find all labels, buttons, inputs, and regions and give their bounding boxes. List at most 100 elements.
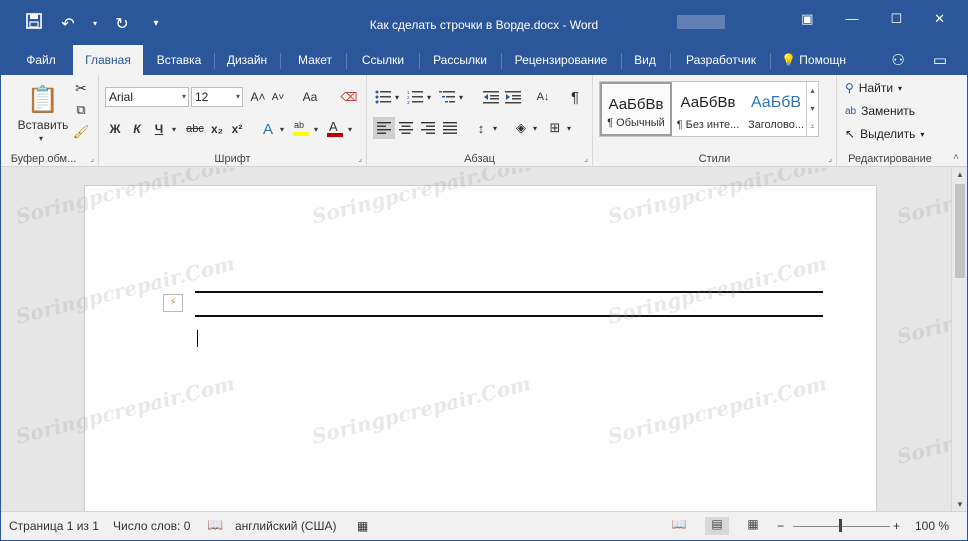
scroll-thumb[interactable] <box>955 184 965 278</box>
align-right-icon[interactable] <box>417 117 439 139</box>
sort-icon[interactable]: A↓ <box>533 87 553 107</box>
cut-icon[interactable]: ✂ <box>71 79 91 97</box>
style-heading-1[interactable]: АаБбВ Заголово... <box>744 82 808 136</box>
font-name-combo[interactable]: Arial ▾ <box>105 87 189 107</box>
underline-button[interactable]: Ч <box>151 119 167 139</box>
paste-icon[interactable]: 📋 <box>21 81 65 117</box>
tab-design[interactable]: Дизайн <box>219 45 275 75</box>
watermark: Soringpcrepair.Com <box>894 168 951 229</box>
shading-dropdown-icon[interactable]: ▾ <box>531 117 539 139</box>
numbering-icon[interactable]: 123 <box>405 87 425 107</box>
style-no-spacing[interactable]: АаБбВв ¶ Без инте... <box>672 82 744 136</box>
strikethrough-button[interactable]: abc <box>183 119 207 139</box>
word-count[interactable]: Число слов: 0 <box>113 519 190 533</box>
line-spacing-icon[interactable]: ↕ <box>471 117 491 139</box>
zoom-out-button[interactable]: − <box>777 519 784 533</box>
change-case-button[interactable]: Aa <box>297 87 323 107</box>
underline-dropdown-icon[interactable]: ▾ <box>169 119 179 139</box>
tab-layout[interactable]: Макет <box>287 45 343 75</box>
share-user-icon[interactable]: ⚇ <box>891 51 904 69</box>
tab-home[interactable]: Главная <box>73 45 143 75</box>
ribbon: 📋 Вставить ▾ ✂ ⧉ 🖌 Буфер обм... ⌟ Arial … <box>1 75 967 167</box>
zoom-in-button[interactable]: + <box>893 519 900 533</box>
document-page[interactable]: ⚡ <box>84 185 877 511</box>
read-mode-icon[interactable]: 📖 <box>667 517 691 535</box>
multilevel-list-icon[interactable] <box>437 87 457 107</box>
show-formatting-button[interactable]: ¶ <box>565 87 585 107</box>
italic-button[interactable]: К <box>129 119 145 139</box>
justify-icon[interactable] <box>439 117 461 139</box>
tab-mailings[interactable]: Рассылки <box>425 45 495 75</box>
shading-icon[interactable]: ◈ <box>511 117 531 139</box>
line-spacing-dropdown-icon[interactable]: ▾ <box>491 117 499 139</box>
format-painter-icon[interactable]: 🖌 <box>71 123 91 141</box>
dialog-launcher-icon[interactable]: ⌟ <box>828 154 832 163</box>
borders-dropdown-icon[interactable]: ▾ <box>565 117 573 139</box>
tab-references[interactable]: Ссылки <box>351 45 415 75</box>
chevron-up-icon[interactable]: ▴ <box>807 82 818 100</box>
zoom-slider-thumb[interactable] <box>839 519 842 532</box>
align-left-icon[interactable] <box>373 117 395 139</box>
tab-insert[interactable]: Вставка <box>149 45 209 75</box>
autocorrect-options-icon[interactable]: ⚡ <box>163 294 183 312</box>
tab-separator <box>670 53 671 69</box>
replace-button[interactable]: ab Заменить <box>845 104 915 118</box>
dialog-launcher-icon[interactable]: ⌟ <box>584 154 588 163</box>
font-color-dropdown-icon[interactable]: ▾ <box>345 119 355 139</box>
more-styles-icon[interactable]: ⩡ <box>807 118 818 136</box>
shrink-font-button[interactable]: A˅ <box>269 87 287 107</box>
paste-button-label[interactable]: Вставить <box>13 117 73 133</box>
scroll-down-icon[interactable]: ▼ <box>952 500 968 509</box>
chevron-down-icon[interactable]: ▾ <box>807 100 818 118</box>
multilevel-dropdown-icon[interactable]: ▾ <box>457 87 465 107</box>
language[interactable]: английский (США) <box>235 519 336 533</box>
comments-icon[interactable]: ▭ <box>933 51 947 69</box>
highlight-dropdown-icon[interactable]: ▾ <box>311 119 321 139</box>
text-effects-icon[interactable]: A <box>259 119 277 139</box>
restore-icon[interactable]: ☐ <box>890 11 902 27</box>
bold-button[interactable]: Ж <box>107 119 123 139</box>
proofing-icon[interactable]: 📖 <box>207 517 223 533</box>
vertical-scrollbar[interactable]: ▲ ▼ <box>951 168 967 511</box>
chevron-down-icon: ▾ <box>898 83 903 93</box>
copy-icon[interactable]: ⧉ <box>71 101 91 119</box>
select-button[interactable]: ↖ Выделить ▾ <box>845 127 924 141</box>
numbering-dropdown-icon[interactable]: ▾ <box>425 87 433 107</box>
close-icon[interactable]: ✕ <box>934 11 945 27</box>
web-layout-icon[interactable]: ▦ <box>741 517 765 535</box>
subscript-button[interactable]: x₂ <box>209 119 225 139</box>
dialog-launcher-icon[interactable]: ⌟ <box>358 154 362 163</box>
bullets-icon[interactable] <box>373 87 393 107</box>
zoom-level[interactable]: 100 % <box>915 519 949 533</box>
grow-font-button[interactable]: A˄ <box>249 87 267 107</box>
increase-indent-icon[interactable] <box>503 87 523 107</box>
superscript-button[interactable]: x² <box>229 119 245 139</box>
group-paragraph: ▾ 123 ▾ ▾ A↓ ¶ ↕ ▾ ◈ ▾ ⊞ ▾ Абзац ⌟ <box>367 75 593 167</box>
tell-me-box[interactable]: 💡 Помощн <box>781 45 846 75</box>
tab-file[interactable]: Файл <box>17 45 65 75</box>
page-count[interactable]: Страница 1 из 1 <box>9 519 99 533</box>
ribbon-tabs: Файл Главная Вставка Дизайн Макет Ссылки… <box>1 45 967 75</box>
find-button[interactable]: ⚲ Найти ▾ <box>845 81 902 95</box>
scroll-up-icon[interactable]: ▲ <box>952 170 968 179</box>
borders-icon[interactable]: ⊞ <box>545 117 565 139</box>
tab-review[interactable]: Рецензирование <box>507 45 615 75</box>
bullets-dropdown-icon[interactable]: ▾ <box>393 87 401 107</box>
font-color-icon[interactable]: A <box>325 117 345 139</box>
decrease-indent-icon[interactable] <box>481 87 501 107</box>
highlight-icon[interactable]: ab <box>291 117 311 139</box>
collapse-ribbon-icon[interactable]: ˄ <box>953 152 959 163</box>
clear-formatting-icon[interactable]: ⌫ <box>339 87 359 107</box>
tab-developer[interactable]: Разработчик <box>675 45 767 75</box>
tab-view[interactable]: Вид <box>625 45 665 75</box>
minimize-icon[interactable]: — <box>845 11 858 27</box>
style-normal[interactable]: АаБбВв ¶ Обычный <box>600 82 672 136</box>
print-layout-icon[interactable]: ▤ <box>705 517 729 535</box>
align-center-icon[interactable] <box>395 117 417 139</box>
ribbon-display-icon[interactable]: ▣ <box>801 11 813 27</box>
text-effects-dropdown-icon[interactable]: ▾ <box>277 119 287 139</box>
dialog-launcher-icon[interactable]: ⌟ <box>90 154 94 163</box>
macro-record-icon[interactable]: ▦ <box>357 519 368 533</box>
paste-dropdown-icon[interactable]: ▾ <box>35 133 47 143</box>
font-size-combo[interactable]: 12 ▾ <box>191 87 243 107</box>
